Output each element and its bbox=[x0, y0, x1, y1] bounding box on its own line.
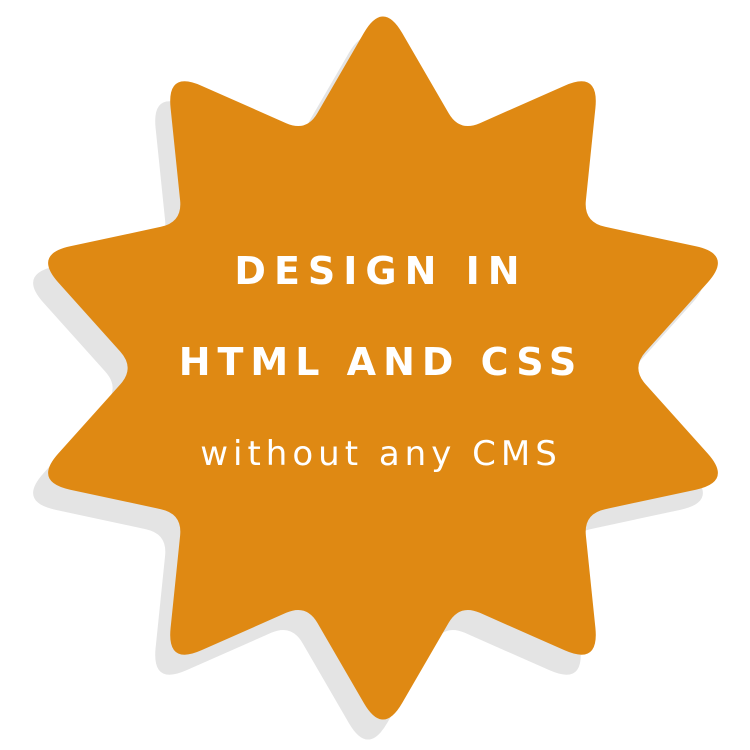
badge-line-html-and-css: HTML AND CSS bbox=[178, 340, 584, 384]
badge-stage: DESIGN IN HTML AND CSS without any CMS bbox=[0, 0, 750, 750]
badge-line-design-in: DESIGN IN bbox=[234, 249, 528, 293]
badge-line-without-cms: without any CMS bbox=[200, 434, 562, 474]
